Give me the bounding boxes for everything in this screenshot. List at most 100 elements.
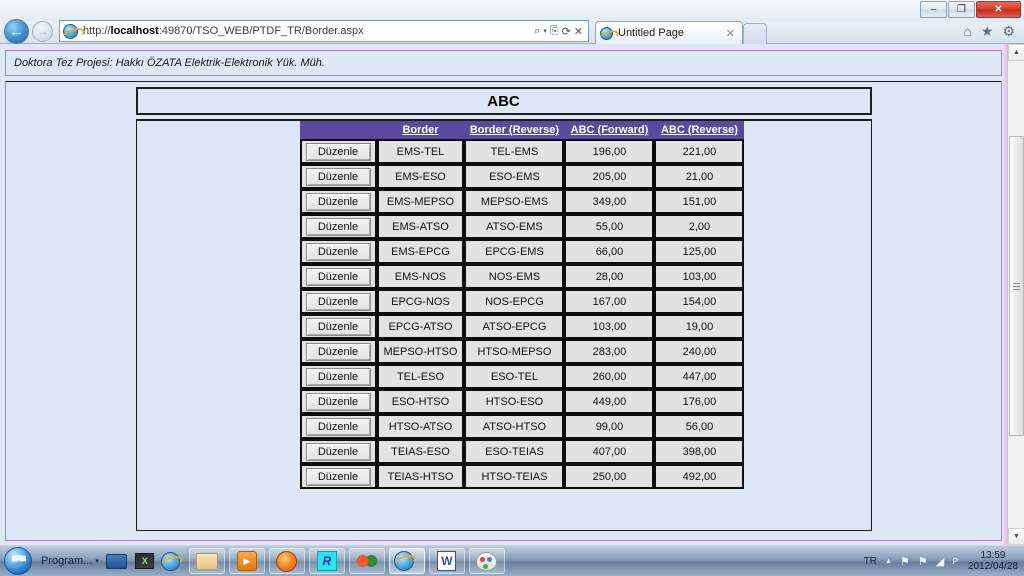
clock-date: 2012/04/28 [967, 561, 1018, 572]
browser-tab[interactable]: Untitled Page ✕ [595, 21, 743, 44]
cell-border: EMS-MEPSO [376, 189, 465, 214]
cell-border: TEIAS-HTSO [376, 464, 465, 489]
taskbar-button-firefox[interactable] [268, 548, 305, 574]
scroll-up-arrow[interactable]: ▲ [1008, 44, 1024, 61]
edit-button[interactable]: Düzenle [305, 142, 371, 161]
refresh-icon[interactable]: ⟳ [562, 25, 571, 38]
edit-button[interactable]: Düzenle [305, 317, 371, 336]
cell-abc-reverse: 56,00 [654, 414, 745, 439]
search-icon[interactable]: ⌕ [534, 25, 540, 38]
cell-border: TEL-ESO [376, 364, 465, 389]
taskbar-button-explorer[interactable] [188, 548, 225, 574]
column-header-border[interactable]: Border [376, 121, 465, 139]
table-row: Düzenle EMS-ESO ESO-EMS 205,00 21,00 [299, 164, 745, 189]
network-icon[interactable]: ◢ [936, 555, 944, 568]
cell-command: Düzenle [299, 339, 377, 364]
page-scrollbar-vertical[interactable]: ▲ ▼ [1007, 44, 1024, 545]
cell-abc-forward: 196,00 [564, 139, 655, 164]
grid-header-row: Border Border (Reverse) ABC (Forward) AB… [299, 121, 745, 139]
volume-icon[interactable]: ᴘ [952, 555, 958, 567]
cell-abc-reverse: 447,00 [654, 364, 745, 389]
cell-abc-forward: 99,00 [564, 414, 655, 439]
cell-command: Düzenle [299, 364, 377, 389]
cell-border-reverse: ESO-TEIAS [464, 439, 565, 464]
scrollbar-thumb[interactable] [1009, 136, 1024, 436]
edit-button[interactable]: Düzenle [305, 367, 371, 386]
restore-button[interactable]: ❐ [948, 1, 975, 18]
column-header-border-reverse[interactable]: Border (Reverse) [464, 121, 565, 139]
edit-button[interactable]: Düzenle [305, 267, 371, 286]
cell-command: Düzenle [299, 439, 377, 464]
cell-abc-reverse: 154,00 [654, 289, 745, 314]
minimize-button[interactable]: – [920, 1, 947, 18]
close-button[interactable]: ✕ [976, 1, 1021, 18]
chevron-down-icon: ▾ [95, 558, 99, 565]
page-title-box: ABC [135, 87, 872, 115]
edit-button[interactable]: Düzenle [305, 342, 371, 361]
column-header-abc-forward[interactable]: ABC (Forward) [564, 121, 655, 139]
forward-button[interactable]: → [32, 20, 53, 42]
grid-area: Border Border (Reverse) ABC (Forward) AB… [135, 119, 872, 531]
edit-button[interactable]: Düzenle [305, 467, 371, 486]
cell-abc-reverse: 176,00 [654, 389, 745, 414]
show-hidden-icons-icon[interactable]: ▲ [885, 558, 892, 565]
table-row: Düzenle EMS-ATSO ATSO-EMS 55,00 2,00 [299, 214, 745, 239]
table-row: Düzenle ESO-HTSO HTSO-ESO 449,00 176,00 [299, 389, 745, 414]
cell-border: EMS-EPCG [376, 239, 465, 264]
excel-icon[interactable]: X [133, 550, 157, 572]
taskbar-button-rings-app[interactable] [348, 548, 385, 574]
system-tray: TR ▲ ⚑ ⚑ ◢ ᴘ 13:59 2012/04/28 [864, 550, 1024, 573]
cell-abc-forward: 407,00 [564, 439, 655, 464]
stop-icon[interactable]: ✕ [574, 25, 583, 38]
scroll-down-arrow[interactable]: ▼ [1008, 528, 1024, 545]
tab-close-icon[interactable]: ✕ [723, 27, 738, 40]
back-button[interactable]: ← [4, 18, 29, 44]
start-button[interactable] [4, 547, 32, 575]
clock[interactable]: 13:59 2012/04/28 [966, 550, 1018, 573]
window-controls: – ❐ ✕ [920, 1, 1021, 18]
cell-border: EMS-NOS [376, 264, 465, 289]
taskbar-button-media-player[interactable]: ▶ [228, 548, 265, 574]
cell-abc-reverse: 2,00 [654, 214, 745, 239]
edit-button[interactable]: Düzenle [305, 392, 371, 411]
internet-explorer-icon[interactable] [160, 550, 185, 572]
edit-button[interactable]: Düzenle [305, 292, 371, 311]
edit-button[interactable]: Düzenle [305, 167, 371, 186]
taskbar-button-paint[interactable] [468, 548, 505, 574]
favorites-icon[interactable]: ★ [981, 23, 994, 40]
cell-abc-reverse: 19,00 [654, 314, 745, 339]
cell-command: Düzenle [299, 139, 377, 164]
tools-gear-icon[interactable]: ⚙ [1002, 23, 1015, 40]
show-desktop-icon[interactable] [105, 550, 129, 572]
new-tab-button[interactable] [743, 23, 767, 44]
table-row: Düzenle MEPSO-HTSO HTSO-MEPSO 283,00 240,00 [299, 339, 745, 364]
edit-button[interactable]: Düzenle [305, 217, 371, 236]
quicklaunch-label[interactable]: Program... ▾ [41, 555, 99, 567]
column-header-abc-reverse[interactable]: ABC (Reverse) [654, 121, 745, 139]
language-indicator[interactable]: TR [864, 556, 877, 567]
edit-button[interactable]: Düzenle [305, 192, 371, 211]
home-icon[interactable]: ⌂ [963, 23, 971, 39]
cell-abc-reverse: 125,00 [654, 239, 745, 264]
taskbar-button-r-project[interactable]: R [308, 548, 345, 574]
cell-border: EMS-ESO [376, 164, 465, 189]
action-center-icon[interactable]: ⚑ [918, 555, 928, 568]
cell-border: EPCG-NOS [376, 289, 465, 314]
cell-border: EMS-TEL [376, 139, 465, 164]
project-banner: Doktora Tez Projesi: Hakkı ÖZATA Elektri… [5, 50, 1002, 76]
edit-button[interactable]: Düzenle [305, 417, 371, 436]
address-bar-url: http://localhost:49870/TSO_WEB/PTDF_TR/B… [83, 25, 364, 37]
chevron-down-icon[interactable]: ▾ [543, 27, 547, 35]
cell-abc-forward: 205,00 [564, 164, 655, 189]
taskbar-button-internet-explorer[interactable] [388, 548, 425, 574]
cell-abc-reverse: 21,00 [654, 164, 745, 189]
address-bar[interactable]: http://localhost:49870/TSO_WEB/PTDF_TR/B… [59, 20, 589, 42]
cell-abc-reverse: 240,00 [654, 339, 745, 364]
edit-button[interactable]: Düzenle [305, 442, 371, 461]
cell-border: EMS-ATSO [376, 214, 465, 239]
taskbar-button-word[interactable]: W [428, 548, 465, 574]
edit-button[interactable]: Düzenle [305, 242, 371, 261]
cell-abc-forward: 103,00 [564, 314, 655, 339]
compatibility-view-icon[interactable]: ⎘ [550, 25, 559, 38]
flag-icon[interactable]: ⚑ [900, 555, 910, 568]
